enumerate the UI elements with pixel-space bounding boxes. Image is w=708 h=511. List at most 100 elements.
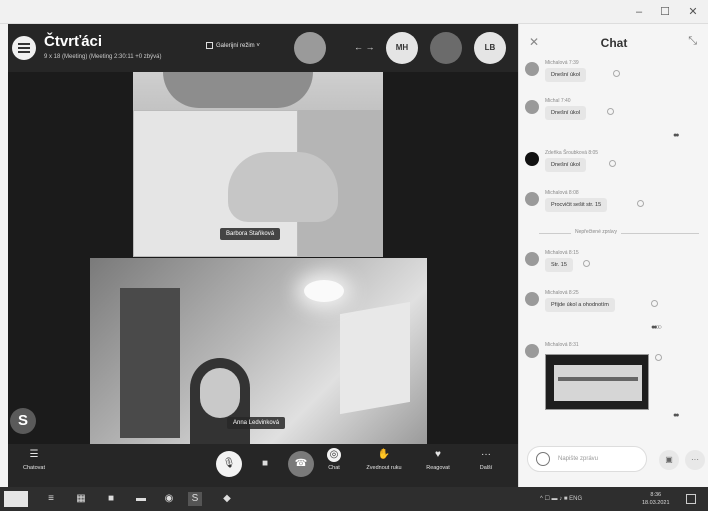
call-header: Čtvrťáci 9 x 18 (Meeting) (Meeting 2:30:… bbox=[8, 24, 518, 72]
message-bubble[interactable]: Dnešní úkol bbox=[545, 158, 587, 172]
video-camera-icon: ■ bbox=[261, 458, 269, 469]
clock-date: 18.03.2021 bbox=[642, 500, 670, 506]
calculator-icon[interactable]: ▦ bbox=[74, 492, 88, 506]
app-window: – ☐ ✕ Čtvrťáci 9 x 18 (Meeting) (Meeting… bbox=[0, 0, 708, 511]
skype-logo-icon: S bbox=[10, 408, 36, 434]
reaction-icon[interactable] bbox=[637, 200, 644, 207]
more-button[interactable]: ··· Další bbox=[466, 448, 506, 471]
message-input-placeholder: Napište zprávu bbox=[558, 456, 599, 462]
emoji-icon[interactable] bbox=[536, 452, 550, 466]
video-content bbox=[163, 72, 313, 108]
chat-title: Chat bbox=[600, 36, 628, 50]
browser-icon[interactable]: ◉ bbox=[162, 492, 176, 506]
message-bubble[interactable]: Procvičit sešit str. 15 bbox=[545, 198, 608, 212]
clock[interactable]: 8:36 18.03.2021 bbox=[642, 491, 670, 507]
image-attachment[interactable] bbox=[545, 354, 649, 410]
message-input[interactable]: Napište zprávu bbox=[527, 446, 647, 472]
minimize-button[interactable]: – bbox=[628, 4, 650, 20]
task-view-icon[interactable]: ≡ bbox=[44, 492, 58, 506]
folder-icon[interactable]: ▬ bbox=[134, 492, 148, 506]
avatar bbox=[525, 292, 539, 306]
avatar bbox=[525, 100, 539, 114]
video-content bbox=[120, 288, 180, 438]
expand-icon[interactable]: ⤡ bbox=[688, 35, 697, 48]
message-bubble[interactable]: Přijde úkol a ohodnotím bbox=[545, 298, 615, 312]
reactions-button[interactable]: ♥ Reagovat bbox=[418, 448, 458, 471]
seen-indicator: ●● bbox=[673, 412, 680, 419]
control-label: Chatovat bbox=[22, 465, 45, 471]
message-sender: Michalová 8:31 bbox=[545, 342, 579, 348]
chat-icon: ◎ bbox=[327, 448, 341, 462]
camera-button[interactable]: ■ bbox=[252, 451, 278, 477]
menu-button[interactable] bbox=[12, 36, 36, 60]
video-content bbox=[304, 280, 344, 302]
avatar bbox=[525, 192, 539, 206]
meeting-subtitle: 9 x 18 (Meeting) (Meeting 2:30:11 +0 zbý… bbox=[44, 54, 162, 60]
more-options-button[interactable]: ··· bbox=[685, 450, 705, 470]
system-tray[interactable]: ^ ☐ ▬ ♪ ■ ENG bbox=[540, 495, 582, 502]
control-label: Reagovat bbox=[426, 465, 450, 471]
participant-avatar[interactable]: LB bbox=[474, 32, 506, 64]
participant-name-tag: Barbora Staňková bbox=[220, 228, 281, 240]
mute-button[interactable]: 🎙 bbox=[216, 451, 242, 477]
call-controls: ☰ Chatovat 🎙 ■ ☎ ◎ Chat ✋ Zvednout ruku … bbox=[8, 444, 518, 487]
hand-icon: ✋ bbox=[377, 449, 391, 460]
hang-up-button[interactable]: ☎ bbox=[288, 451, 314, 477]
unread-divider-label: Nepřečtené zprávy bbox=[571, 229, 621, 235]
start-button[interactable] bbox=[4, 491, 28, 507]
layout-switch-button[interactable]: Galerijní režim ˅ bbox=[206, 42, 260, 49]
window-titlebar: – ☐ ✕ bbox=[0, 0, 708, 24]
avatar-initials: LB bbox=[484, 43, 496, 52]
avatar-initials: MH bbox=[395, 43, 409, 52]
app-icon[interactable]: ◆ bbox=[220, 492, 234, 506]
skype-taskbar-icon[interactable]: S bbox=[188, 492, 202, 506]
participant-avatar[interactable] bbox=[430, 32, 462, 64]
reaction-icon[interactable] bbox=[607, 108, 614, 115]
image-icon: ▣ bbox=[665, 455, 673, 464]
seen-indicator: ●● bbox=[673, 132, 680, 139]
reaction-icon[interactable] bbox=[655, 354, 662, 361]
video-content bbox=[200, 368, 240, 418]
seen-indicator: ●● ○ ○ bbox=[651, 324, 662, 331]
grid-icon bbox=[206, 42, 213, 49]
hamburger-line bbox=[18, 51, 30, 53]
avatar bbox=[525, 252, 539, 266]
video-tile[interactable]: Barbora Staňková bbox=[133, 72, 383, 257]
chat-bubble-icon: ☰ bbox=[29, 449, 39, 460]
reaction-icon[interactable] bbox=[583, 260, 590, 267]
avatar bbox=[525, 152, 539, 166]
video-content bbox=[340, 301, 410, 415]
clock-time: 8:36 bbox=[650, 492, 662, 498]
notification-icon[interactable] bbox=[686, 494, 696, 504]
attach-image-button[interactable]: ▣ bbox=[659, 450, 679, 470]
raise-hand-button[interactable]: ✋ Zvednout ruku bbox=[364, 448, 404, 471]
phone-icon: ☎ bbox=[294, 458, 308, 469]
reaction-icon[interactable] bbox=[609, 160, 616, 167]
reaction-icon[interactable] bbox=[651, 300, 658, 307]
call-stage: Čtvrťáci 9 x 18 (Meeting) (Meeting 2:30:… bbox=[8, 24, 518, 487]
heart-icon: ♥ bbox=[435, 449, 441, 460]
image-preview bbox=[554, 365, 642, 401]
control-label: Zvednout ruku bbox=[366, 465, 402, 471]
chat-toggle-button[interactable]: ☰ Chatovat bbox=[14, 448, 54, 471]
chat-button[interactable]: ◎ Chat bbox=[314, 448, 354, 471]
meeting-title: Čtvrťáci bbox=[44, 33, 103, 50]
participant-avatar[interactable] bbox=[294, 32, 326, 64]
ellipsis-icon: ··· bbox=[481, 449, 491, 460]
message-bubble[interactable]: Dnešní úkol bbox=[545, 106, 587, 120]
maximize-button[interactable]: ☐ bbox=[654, 4, 676, 20]
video-tile[interactable]: Anna Ledvinková bbox=[90, 258, 427, 444]
hamburger-line bbox=[18, 47, 30, 49]
ellipsis-icon: ··· bbox=[691, 455, 699, 464]
reaction-icon[interactable] bbox=[613, 70, 620, 77]
message-bubble[interactable]: Dnešní úkol bbox=[545, 68, 587, 82]
message-sender: Michalová 8:15 bbox=[545, 250, 579, 256]
participant-name-tag: Anna Ledvinková bbox=[227, 417, 286, 429]
participant-avatar[interactable]: MH bbox=[386, 32, 418, 64]
video-content bbox=[228, 152, 338, 222]
message-bubble[interactable]: Str. 15 bbox=[545, 258, 573, 272]
close-window-button[interactable]: ✕ bbox=[682, 4, 704, 20]
participant-scroll-arrows[interactable]: ← → bbox=[354, 42, 375, 52]
store-icon[interactable]: ■ bbox=[104, 492, 118, 506]
avatar bbox=[525, 62, 539, 76]
